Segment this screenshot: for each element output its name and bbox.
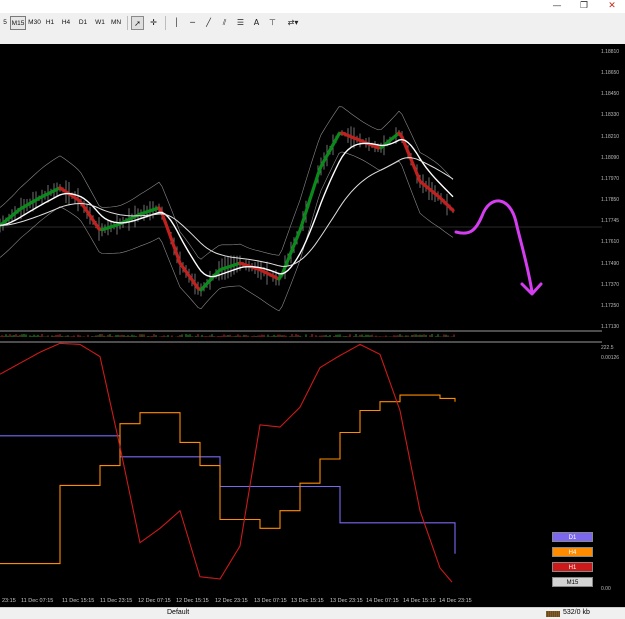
indicator-tick-label: 0.00 [601,586,611,592]
toolbar-separator [127,16,128,30]
time-tick-label: 11 Dec 15:15 [62,598,95,604]
price-tick-label: 1.18810 [601,49,620,55]
profile-label: Default [167,609,190,616]
timeframe-h1[interactable]: H1 [44,16,56,30]
time-tick-label: 13 Dec 15:15 [291,598,324,604]
time-tick-label: 12 Dec 07:15 [138,598,171,604]
price-tick-label: 1.17970 [601,175,620,182]
h1-line [0,342,453,583]
legend-h1: H1 [552,562,593,572]
d1-step-line [0,435,456,554]
timeframe-m30[interactable]: M30 [27,16,42,30]
trend-segment [448,205,455,213]
price-tick-label: 1.17250 [601,302,620,309]
time-tick-label: 12 Dec 15:15 [176,598,209,604]
fibonacci-icon[interactable]: ☰ [234,16,247,30]
connection-icon [546,611,560,617]
price-tick-label: 1.17490 [601,260,620,267]
vertical-line-icon[interactable]: │ [170,16,183,30]
minimize-button[interactable]: — [546,0,568,13]
trendline-icon[interactable]: ╱ [202,16,215,30]
upper-band [0,106,454,260]
cursor-icon[interactable]: ➚ [131,16,144,30]
horizontal-line-icon[interactable]: ─ [186,16,199,30]
price-tick-label: 1.17850 [601,197,620,204]
restore-button[interactable]: ❐ [573,0,595,13]
price-tick-label: 1.17370 [601,281,620,288]
title-bar: — ❐ ✕ [0,0,625,13]
time-tick-label: 23:15 [2,598,16,604]
lower-band [0,151,454,312]
channel-icon[interactable]: ⫽ [218,16,231,30]
price-tick-label: 1.18210 [601,133,620,140]
price-scale [602,44,625,596]
time-tick-label: 14 Dec 23:15 [439,598,472,604]
timeframe-w1[interactable]: W1 [94,16,106,30]
timeframe-h4[interactable]: H4 [60,16,72,30]
legend-h4: H4 [552,547,593,557]
crosshair-icon[interactable]: ✛ [147,16,160,30]
indicator-tick-label: 222.5 [601,345,614,351]
time-tick-label: 13 Dec 07:15 [254,598,287,604]
time-tick-label: 11 Dec 23:15 [100,598,133,604]
close-button[interactable]: ✕ [601,0,623,13]
chart-canvas [0,106,602,583]
price-tick-label: 1.17130 [601,324,620,330]
annotation-arrow [454,199,534,294]
time-tick-label: 11 Dec 07:15 [21,598,54,604]
price-tick-label: 0.00126 [601,355,620,362]
time-tick-label: 13 Dec 23:15 [330,598,363,604]
price-tick-label: 1.18450 [601,91,620,98]
price-tick-label: 1.18650 [601,70,620,77]
toolbar-separator [165,16,166,30]
time-tick-label: 14 Dec 15:15 [403,598,436,604]
legend-m15: M15 [552,577,593,587]
price-tick-label: 1.18090 [601,154,620,161]
timeframe-d1[interactable]: D1 [77,16,89,30]
shapes-dropdown-icon[interactable]: ⇄▾ [283,16,303,30]
h4-step-line [0,394,456,565]
price-tick-label: 1.17610 [601,239,620,246]
price-tick-label: 1.17745 [601,218,620,225]
label-icon[interactable]: ⊤ [266,16,279,30]
text-tool[interactable]: A [250,16,263,30]
price-tick-label: 1.18330 [601,112,620,119]
timeframe-m15[interactable]: M15 [10,16,26,30]
time-tick-label: 14 Dec 07:15 [366,598,399,604]
chart-area[interactable] [0,44,602,596]
timeframe-m5[interactable]: 5 [1,16,9,30]
time-tick-label: 12 Dec 23:15 [215,598,248,604]
legend-d1: D1 [552,532,593,542]
traffic-label: 532/0 kb [563,609,590,616]
timeframe-mn[interactable]: MN [109,16,123,30]
slow-moving-average [0,157,454,267]
status-bar: Default 532/0 kb [0,607,625,619]
